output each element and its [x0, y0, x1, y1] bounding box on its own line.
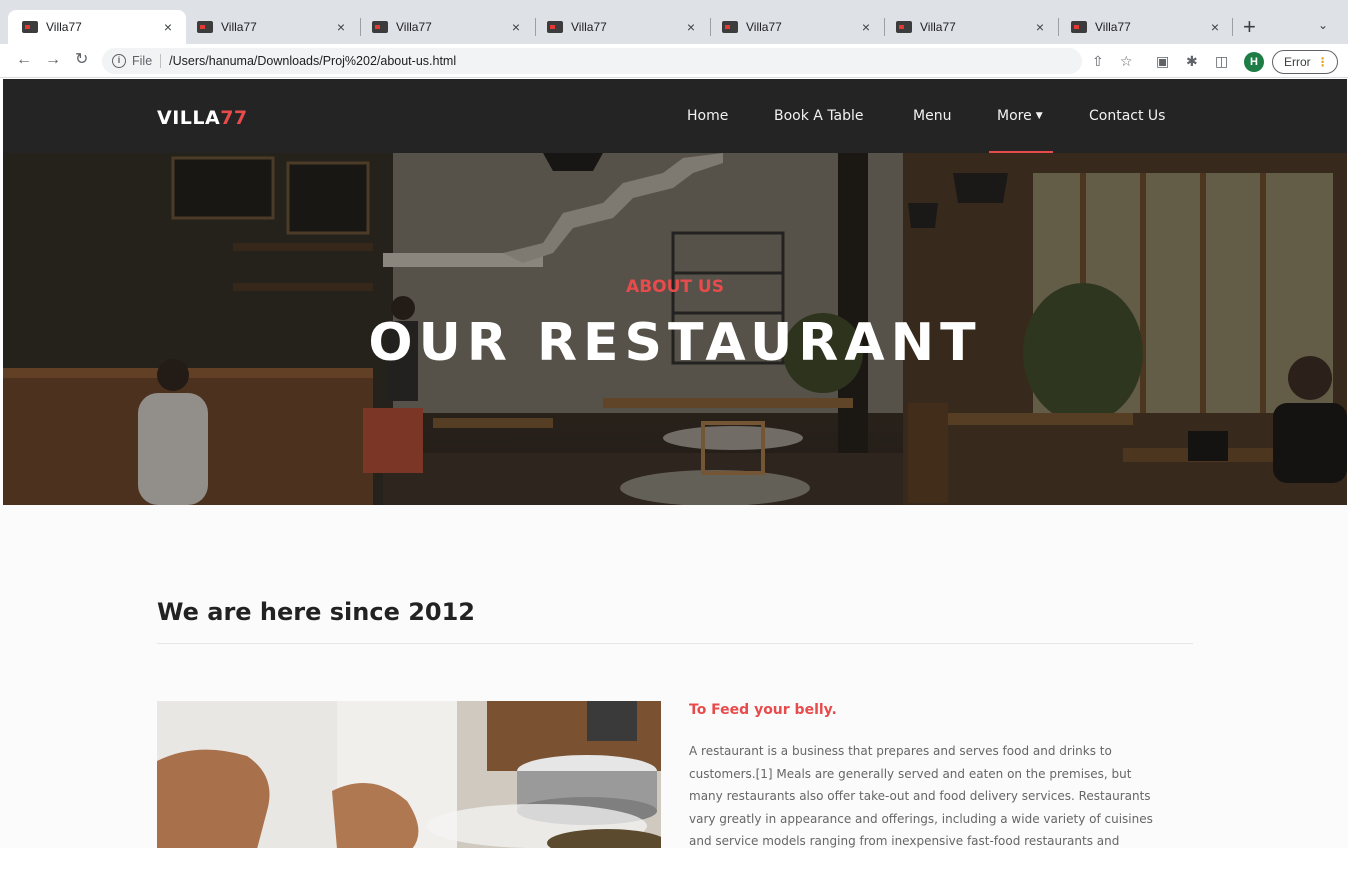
feature-title: To Feed your belly. [689, 702, 837, 718]
site-favicon-icon [722, 21, 738, 33]
reload-icon[interactable]: ↻ [75, 51, 88, 69]
feature-line: many restaurants also offer take-out and… [689, 789, 1151, 803]
profile-avatar[interactable]: H [1244, 52, 1264, 72]
bookmark-star-icon[interactable]: ☆ [1120, 53, 1133, 69]
site-favicon-icon [547, 21, 563, 33]
tab-title: Villa77 [920, 20, 956, 34]
tab-separator [1232, 18, 1233, 36]
browser-tab[interactable]: Villa77 × [708, 10, 884, 44]
browser-tab[interactable]: Villa77 × [1057, 10, 1233, 44]
share-icon[interactable]: ⇧ [1092, 53, 1104, 69]
logo-accent-text: 77 [220, 107, 248, 129]
browser-tab[interactable]: Villa77 × [8, 10, 186, 44]
tab-title: Villa77 [1095, 20, 1131, 34]
site-favicon-icon [22, 21, 38, 33]
browser-tab-strip: Villa77 × Villa77 × Villa77 × Villa77 × … [0, 0, 1348, 44]
screen-bottom-margin [0, 848, 1348, 878]
site-info-icon[interactable]: i [112, 54, 126, 68]
new-tab-button[interactable]: + [1243, 14, 1256, 40]
about-section: We are here since 2012 To Feed your bell… [0, 505, 1348, 878]
nav-more-label: More [997, 108, 1032, 124]
feature-line: A restaurant is a business that prepares… [689, 744, 1112, 758]
chef-cooking-illustration [157, 701, 661, 849]
address-divider [160, 54, 162, 68]
chef-cooking-image [157, 701, 661, 849]
tab-title: Villa77 [221, 20, 257, 34]
close-tab-icon[interactable]: × [1207, 19, 1223, 35]
section-divider [157, 643, 1193, 644]
site-logo[interactable]: VILLA77 [157, 107, 248, 129]
site-favicon-icon [1071, 21, 1087, 33]
browser-tab[interactable]: Villa77 × [183, 10, 359, 44]
error-button[interactable]: Error ⋮ [1272, 50, 1338, 74]
tab-title: Villa77 [46, 20, 82, 34]
tab-search-chevron-icon[interactable]: ⌄ [1318, 18, 1328, 32]
side-panel-icon[interactable]: ◫ [1215, 53, 1228, 69]
browser-tab[interactable]: Villa77 × [882, 10, 1058, 44]
site-favicon-icon [896, 21, 912, 33]
address-scheme-label: File [132, 54, 153, 68]
feature-line: customers.[1] Meals are generally served… [689, 766, 1132, 781]
nav-book-a-table[interactable]: Book A Table [774, 108, 864, 124]
forward-arrow-icon[interactable]: → [45, 51, 61, 69]
hero-subtitle: ABOUT US [626, 277, 724, 297]
nav-contact-us[interactable]: Contact Us [1089, 108, 1165, 124]
tab-title: Villa77 [571, 20, 607, 34]
address-url[interactable]: /Users/hanuma/Downloads/Proj%202/about-u… [169, 54, 456, 68]
extensions-puzzle-icon[interactable]: ✱ [1186, 53, 1198, 69]
back-arrow-icon[interactable]: ← [16, 51, 32, 69]
close-tab-icon[interactable]: × [160, 19, 176, 35]
close-tab-icon[interactable]: × [508, 19, 524, 35]
nav-home[interactable]: Home [687, 108, 728, 124]
site-favicon-icon [197, 21, 213, 33]
kebab-menu-icon[interactable]: ⋮ [1317, 55, 1329, 69]
close-tab-icon[interactable]: × [333, 19, 349, 35]
extension-screenshot-icon[interactable]: ▣ [1156, 53, 1169, 69]
close-tab-icon[interactable]: × [683, 19, 699, 35]
site-header: VILLA77 Home Book A Table Menu More ▼ Con… [3, 79, 1347, 153]
nav-menu[interactable]: Menu [913, 108, 951, 124]
tab-title: Villa77 [396, 20, 432, 34]
tab-title: Villa77 [746, 20, 782, 34]
close-tab-icon[interactable]: × [858, 19, 874, 35]
hero-title: OUR RESTAURANT [368, 313, 982, 373]
hero-banner: ABOUT US OUR RESTAURANT [3, 153, 1347, 505]
address-bar[interactable]: i File /Users/hanuma/Downloads/Proj%202/… [102, 48, 1082, 74]
logo-text: VILLA [157, 107, 221, 129]
feature-line: vary greatly in appearance and offerings… [689, 811, 1153, 826]
browser-toolbar: ← → ↻ i File /Users/hanuma/Downloads/Pro… [0, 44, 1348, 78]
error-label: Error [1284, 55, 1311, 69]
site-favicon-icon [372, 21, 388, 33]
close-tab-icon[interactable]: × [1032, 19, 1048, 35]
section-title: We are here since 2012 [157, 598, 475, 626]
caret-down-icon: ▼ [1035, 111, 1043, 121]
browser-tab[interactable]: Villa77 × [358, 10, 534, 44]
nav-more-dropdown[interactable]: More ▼ [997, 108, 1043, 124]
browser-tab[interactable]: Villa77 × [533, 10, 709, 44]
feature-description: A restaurant is a business that prepares… [689, 740, 1189, 853]
